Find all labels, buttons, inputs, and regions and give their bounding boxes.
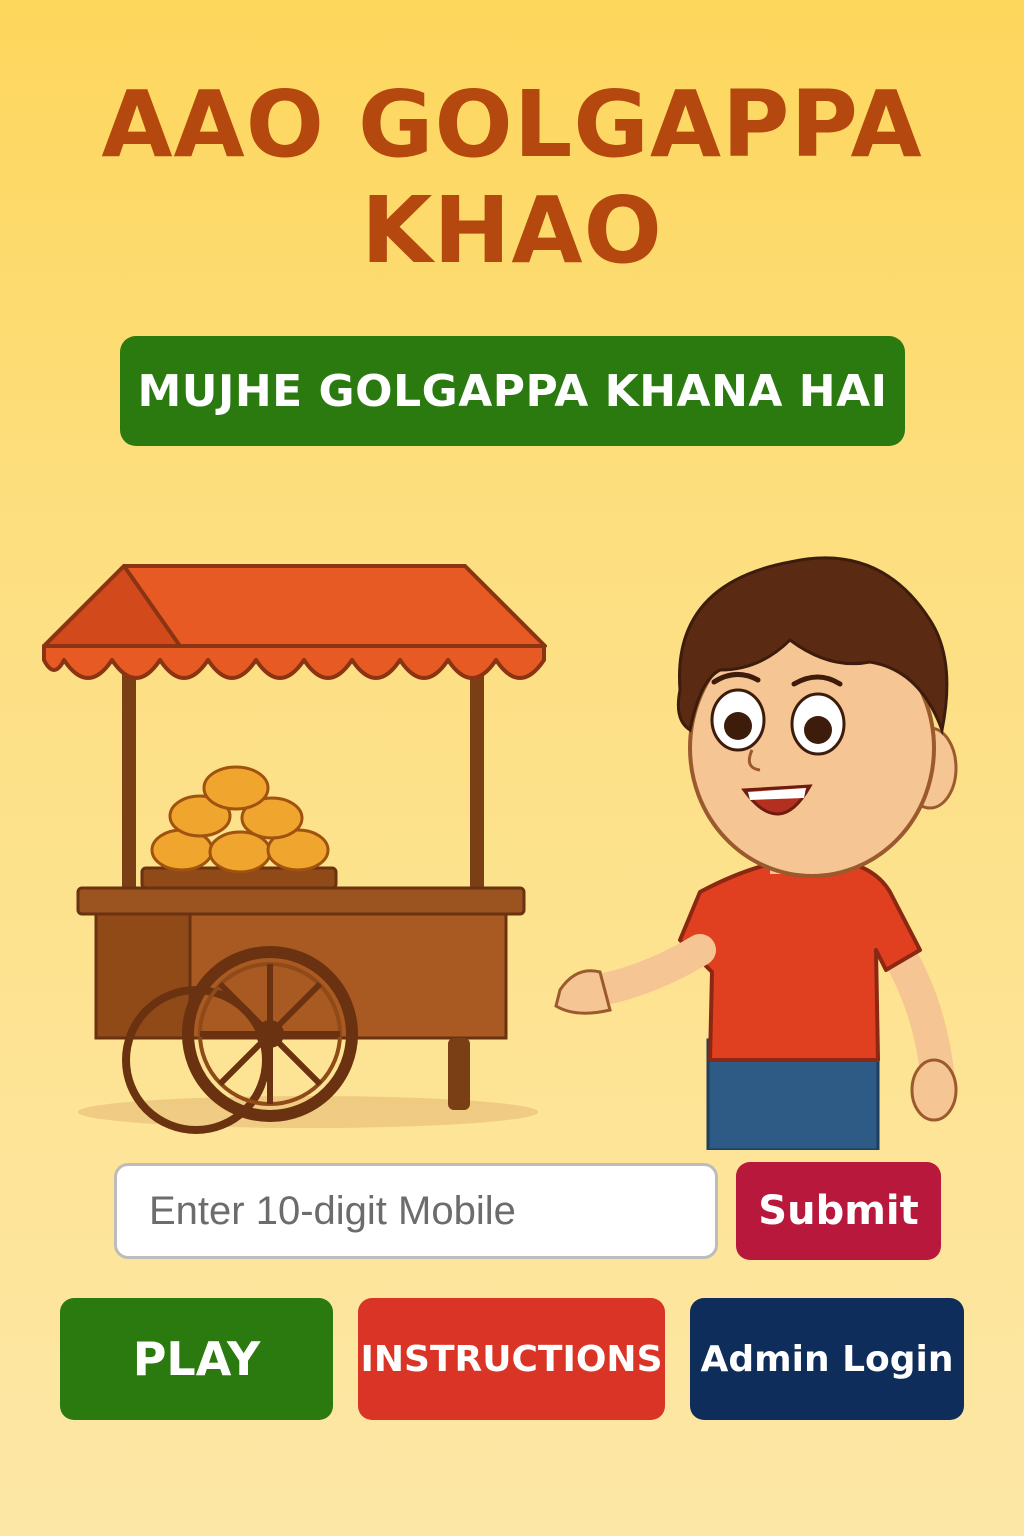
instructions-button[interactable]: INSTRUCTIONS <box>358 1298 665 1420</box>
happy-boy-icon <box>554 556 958 1150</box>
golgappa-khana-banner-button[interactable]: MUJHE GOLGAPPA KHANA HAI <box>120 336 905 446</box>
title-line-1: AAO GOLGAPPA <box>101 71 923 178</box>
admin-login-button[interactable]: Admin Login <box>690 1298 964 1420</box>
submit-button[interactable]: Submit <box>736 1162 941 1260</box>
mobile-number-input[interactable] <box>114 1163 718 1259</box>
title-line-2: KHAO <box>361 177 663 284</box>
page-title: AAO GOLGAPPA KHAO <box>0 72 1024 284</box>
illustration <box>0 520 1024 1150</box>
play-button[interactable]: PLAY <box>60 1298 333 1420</box>
